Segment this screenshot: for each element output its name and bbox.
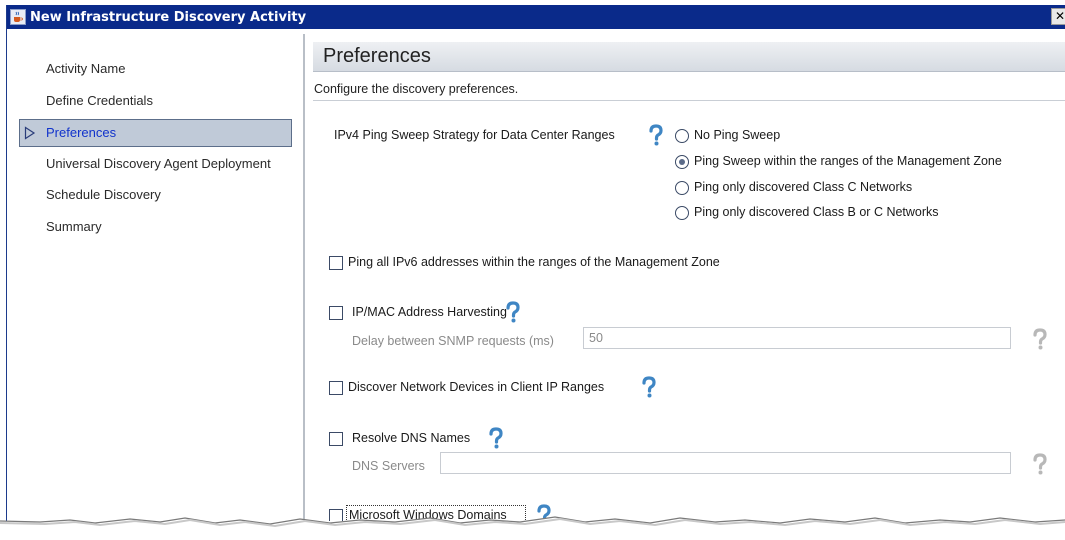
radio-ping-sweep-management-zone[interactable] (675, 155, 689, 169)
nav-item-label: Schedule Discovery (46, 187, 161, 202)
nav-item-summary[interactable]: Summary (19, 214, 292, 242)
triangle-right-icon (24, 126, 36, 140)
ipmac-harvesting-label: IP/MAC Address Harvesting (352, 305, 507, 319)
nav-item-label: Preferences (46, 125, 117, 140)
resolve-dns-label: Resolve DNS Names (352, 431, 471, 445)
nav-item-label: Universal Discovery Agent Deployment (46, 156, 271, 171)
ipv6-ping-label: Ping all IPv6 addresses within the range… (348, 255, 720, 269)
ipv6-ping-checkbox[interactable] (329, 256, 343, 270)
close-icon[interactable]: ✕ (1051, 8, 1065, 25)
radio-label: Ping only discovered Class C Networks (694, 180, 913, 194)
nav-item-label: Activity Name (46, 61, 126, 76)
radio-label: No Ping Sweep (694, 128, 781, 142)
page-header: Preferences (313, 42, 1065, 72)
question-mark-icon[interactable] (504, 301, 522, 323)
dns-servers-label: DNS Servers (352, 459, 425, 473)
radio-label: Ping Sweep within the ranges of the Mana… (694, 154, 1002, 168)
page-subtitle: Configure the discovery preferences. (314, 82, 519, 96)
resolve-dns-checkbox[interactable] (329, 432, 343, 446)
header-divider (313, 100, 1065, 101)
network-devices-checkbox[interactable] (329, 381, 343, 395)
question-mark-icon (1033, 453, 1047, 475)
question-mark-icon[interactable] (647, 124, 665, 146)
question-mark-icon (1033, 328, 1047, 350)
preferences-panel: Preferences Configure the discovery pref… (307, 29, 1065, 521)
nav-item-agent-deployment[interactable]: Universal Discovery Agent Deployment (19, 151, 292, 179)
dns-servers-input[interactable] (440, 452, 1011, 474)
title-bar: New Infrastructure Discovery Activity ✕ (7, 5, 1065, 29)
panel-divider[interactable] (303, 34, 305, 521)
snmp-delay-input[interactable]: 50 (583, 327, 1011, 349)
nav-item-label: Define Credentials (46, 93, 153, 108)
discovery-activity-window: New Infrastructure Discovery Activity ✕ … (6, 5, 1065, 521)
radio-label: Ping only discovered Class B or C Networ… (694, 205, 939, 219)
radio-ping-class-c[interactable] (675, 181, 689, 195)
nav-item-preferences[interactable]: Preferences (19, 119, 292, 147)
network-devices-label: Discover Network Devices in Client IP Ra… (348, 380, 605, 394)
question-mark-icon[interactable] (487, 427, 505, 449)
nav-item-schedule-discovery[interactable]: Schedule Discovery (19, 182, 292, 210)
nav-item-label: Summary (46, 219, 102, 234)
radio-no-ping-sweep[interactable] (675, 129, 689, 143)
page-title: Preferences (323, 45, 431, 67)
wizard-navigation: Activity Name Define Credentials Prefere… (7, 29, 300, 521)
nav-item-define-credentials[interactable]: Define Credentials (19, 88, 292, 116)
ipmac-harvesting-checkbox[interactable] (329, 306, 343, 320)
nav-item-activity-name[interactable]: Activity Name (19, 56, 292, 84)
ping-sweep-label: IPv4 Ping Sweep Strategy for Data Center… (334, 128, 615, 142)
radio-ping-class-b-or-c[interactable] (675, 206, 689, 220)
torn-edge (0, 516, 1065, 540)
snmp-delay-label: Delay between SNMP requests (ms) (352, 334, 554, 348)
java-cup-icon (10, 9, 26, 25)
window-title: New Infrastructure Discovery Activity (30, 9, 307, 25)
question-mark-icon[interactable] (640, 376, 658, 398)
